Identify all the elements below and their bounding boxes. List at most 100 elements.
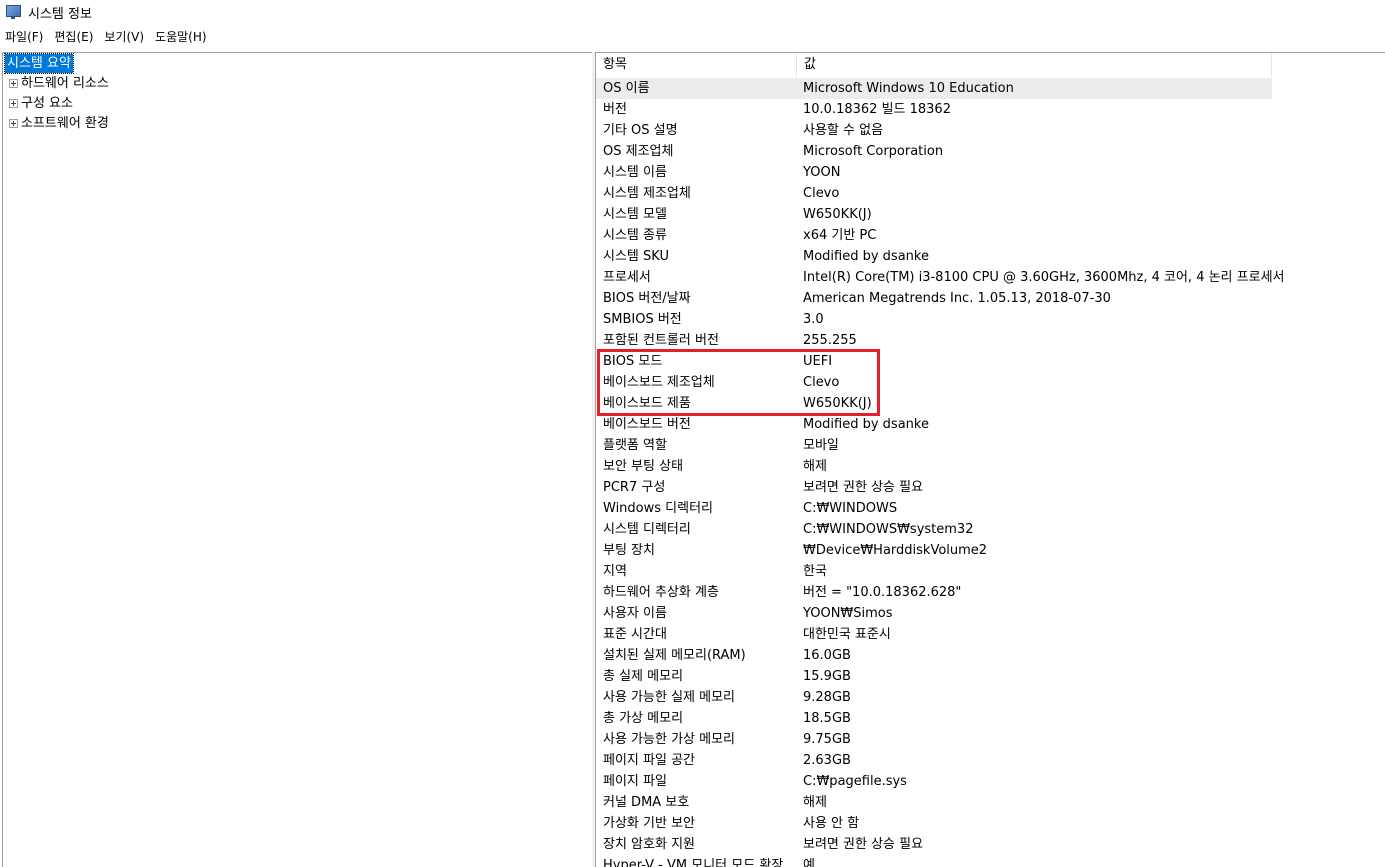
- row-value-cell: Intel(R) Core(TM) i3-8100 CPU @ 3.60GHz,…: [803, 270, 1285, 285]
- list-header: 항목 값: [596, 53, 1272, 77]
- row-value-cell: 모바일: [803, 438, 839, 453]
- table-row[interactable]: 가상화 기반 보안 사용 안 함: [596, 813, 1385, 834]
- table-row[interactable]: 페이지 파일 C:₩pagefile.sys: [596, 771, 1385, 792]
- table-row[interactable]: 시스템 이름 YOON: [596, 162, 1385, 183]
- table-row[interactable]: 베이스보드 버전 Modified by dsanke: [596, 414, 1385, 435]
- category-tree: 시스템 요약 하드웨어 리소스 구성 요소 소프트웨어 환경: [2, 52, 593, 867]
- table-row[interactable]: OS 이름 Microsoft Windows 10 Education: [596, 78, 1272, 99]
- row-value-cell: 보려면 권한 상승 필요: [803, 837, 924, 852]
- row-item-cell: BIOS 버전/날짜: [603, 291, 691, 306]
- row-item-cell: 시스템 SKU: [603, 249, 669, 264]
- row-value-cell: 버전 = "10.0.18362.628": [803, 585, 962, 600]
- row-item-cell: 포함된 컨트롤러 버전: [603, 333, 719, 348]
- table-row[interactable]: SMBIOS 버전 3.0: [596, 309, 1385, 330]
- table-row[interactable]: PCR7 구성 보려면 권한 상승 필요: [596, 477, 1385, 498]
- table-row[interactable]: 베이스보드 제품 W650KK(J): [596, 393, 1385, 414]
- row-item-cell: BIOS 모드: [603, 354, 663, 369]
- system-information-window: 시스템 정보 파일(F) 편집(E) 보기(V) 도움말(H) 시스템 요약 하…: [0, 0, 1385, 867]
- row-item-cell: PCR7 구성: [603, 480, 666, 495]
- row-value-cell: 사용할 수 없음: [803, 123, 884, 138]
- table-row[interactable]: 총 가상 메모리 18.5GB: [596, 708, 1385, 729]
- table-row[interactable]: 시스템 제조업체 Clevo: [596, 183, 1385, 204]
- table-row[interactable]: Hyper-V - VM 모니터 모드 확장 예: [596, 855, 1385, 867]
- row-item-cell: OS 제조업체: [603, 144, 674, 159]
- row-item-cell: 총 실제 메모리: [603, 669, 684, 684]
- table-row[interactable]: 프로세서 Intel(R) Core(TM) i3-8100 CPU @ 3.60…: [596, 267, 1385, 288]
- row-item-cell: 시스템 모델: [603, 207, 667, 222]
- row-value-cell: 9.75GB: [803, 732, 851, 747]
- title-bar: 시스템 정보: [0, 0, 1385, 24]
- row-value-cell: Microsoft Windows 10 Education: [803, 81, 1014, 96]
- row-item-cell: 표준 시간대: [603, 627, 667, 642]
- row-item-cell: 사용자 이름: [603, 606, 667, 621]
- row-value-cell: 2.63GB: [803, 753, 851, 768]
- table-row[interactable]: 페이지 파일 공간 2.63GB: [596, 750, 1385, 771]
- row-value-cell: C:₩pagefile.sys: [803, 774, 907, 789]
- row-value-cell: Clevo: [803, 186, 840, 201]
- table-row[interactable]: 보안 부팅 상태 해제: [596, 456, 1385, 477]
- table-row[interactable]: 시스템 종류 x64 기반 PC: [596, 225, 1385, 246]
- table-row[interactable]: 장치 암호화 지원 보려면 권한 상승 필요: [596, 834, 1385, 855]
- expand-icon[interactable]: [9, 119, 18, 128]
- row-value-cell: Microsoft Corporation: [803, 144, 944, 159]
- table-row[interactable]: 시스템 모델 W650KK(J): [596, 204, 1385, 225]
- expand-icon[interactable]: [9, 99, 18, 108]
- row-value-cell: W650KK(J): [803, 207, 872, 222]
- menu-view[interactable]: 보기(V): [99, 27, 150, 47]
- row-item-cell: 페이지 파일: [603, 774, 667, 789]
- tree-item-components[interactable]: 구성 요소: [3, 94, 73, 113]
- row-item-cell: 장치 암호화 지원: [603, 837, 695, 852]
- table-row[interactable]: 기타 OS 설명 사용할 수 없음: [596, 120, 1385, 141]
- table-row[interactable]: 포함된 컨트롤러 버전 255.255: [596, 330, 1385, 351]
- table-row[interactable]: 표준 시간대 대한민국 표준시: [596, 624, 1385, 645]
- menu-bar: 파일(F) 편집(E) 보기(V) 도움말(H): [0, 26, 1385, 48]
- row-value-cell: 9.28GB: [803, 690, 851, 705]
- tree-item-hardware-resources[interactable]: 하드웨어 리소스: [3, 74, 109, 93]
- table-row[interactable]: BIOS 버전/날짜 American Megatrends Inc. 1.05.…: [596, 288, 1385, 309]
- row-item-cell: 보안 부팅 상태: [603, 459, 684, 474]
- row-item-cell: 사용 가능한 실제 메모리: [603, 690, 735, 705]
- table-row[interactable]: 버전 10.0.18362 빌드 18362: [596, 99, 1385, 120]
- row-value-cell: ₩Device₩HarddiskVolume2: [803, 543, 988, 558]
- table-row[interactable]: OS 제조업체 Microsoft Corporation: [596, 141, 1385, 162]
- column-header-value[interactable]: 값: [797, 53, 1272, 77]
- tree-item-label: 소프트웨어 환경: [21, 116, 109, 131]
- window-title: 시스템 정보: [28, 6, 92, 22]
- table-row[interactable]: 커널 DMA 보호 해제: [596, 792, 1385, 813]
- row-item-cell: 베이스보드 제조업체: [603, 375, 715, 390]
- row-item-cell: Hyper-V - VM 모니터 모드 확장: [603, 858, 784, 867]
- table-row[interactable]: 지역 한국: [596, 561, 1385, 582]
- table-row[interactable]: 사용 가능한 실제 메모리 9.28GB: [596, 687, 1385, 708]
- expand-icon[interactable]: [9, 79, 18, 88]
- tree-item-system-summary[interactable]: 시스템 요약: [4, 53, 74, 74]
- row-value-cell: YOON₩Simos: [803, 606, 893, 621]
- table-row[interactable]: 설치된 실제 메모리(RAM) 16.0GB: [596, 645, 1385, 666]
- table-row[interactable]: 플랫폼 역할 모바일: [596, 435, 1385, 456]
- table-row[interactable]: 시스템 디렉터리 C:₩WINDOWS₩system32: [596, 519, 1385, 540]
- column-header-item[interactable]: 항목: [596, 53, 797, 77]
- table-row[interactable]: Windows 디렉터리 C:₩WINDOWS: [596, 498, 1385, 519]
- table-row[interactable]: 시스템 SKU Modified by dsanke: [596, 246, 1385, 267]
- row-item-cell: 설치된 실제 메모리(RAM): [603, 648, 746, 663]
- row-value-cell: Modified by dsanke: [803, 417, 929, 432]
- table-row[interactable]: 사용 가능한 가상 메모리 9.75GB: [596, 729, 1385, 750]
- row-value-cell: W650KK(J): [803, 396, 872, 411]
- menu-file[interactable]: 파일(F): [0, 27, 49, 47]
- table-row[interactable]: 베이스보드 제조업체 Clevo: [596, 372, 1385, 393]
- table-row[interactable]: 사용자 이름 YOON₩Simos: [596, 603, 1385, 624]
- row-value-cell: 대한민국 표준시: [803, 627, 891, 642]
- row-item-cell: 가상화 기반 보안: [603, 816, 695, 831]
- list-rows: OS 이름 Microsoft Windows 10 Education 버전 10.…: [596, 78, 1385, 867]
- menu-help[interactable]: 도움말(H): [150, 27, 213, 47]
- table-row[interactable]: BIOS 모드 UEFI: [596, 351, 1385, 372]
- row-value-cell: C:₩WINDOWS: [803, 501, 898, 516]
- table-row[interactable]: 총 실제 메모리 15.9GB: [596, 666, 1385, 687]
- row-value-cell: 255.255: [803, 333, 857, 348]
- system-info-icon: [5, 4, 21, 20]
- row-value-cell: 16.0GB: [803, 648, 851, 663]
- table-row[interactable]: 하드웨어 추상화 계층 버전 = "10.0.18362.628": [596, 582, 1385, 603]
- menu-edit[interactable]: 편집(E): [49, 27, 99, 47]
- table-row[interactable]: 부팅 장치 ₩Device₩HarddiskVolume2: [596, 540, 1385, 561]
- tree-item-software-environment[interactable]: 소프트웨어 환경: [3, 114, 109, 133]
- tree-item-label: 구성 요소: [21, 96, 73, 111]
